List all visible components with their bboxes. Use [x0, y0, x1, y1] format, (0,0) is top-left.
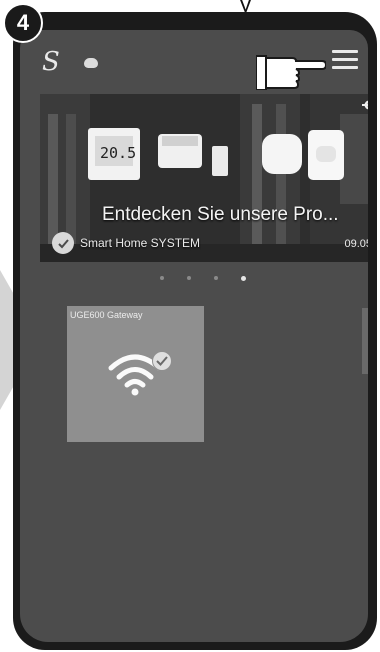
banner-date: 09.05 [344, 238, 368, 250]
cloud-icon [84, 58, 98, 68]
carousel-indicator[interactable] [160, 276, 246, 281]
app-header: S [20, 30, 368, 92]
step-number-badge: 4 [3, 3, 43, 43]
app-screen: S 20.5 Entdecken Sie unsere Pro... Smart… [20, 30, 368, 642]
thermostat-reading: 20.5 [100, 144, 136, 162]
hamburger-menu-button[interactable] [332, 50, 358, 72]
gear-icon[interactable] [361, 97, 368, 113]
app-logo: S [42, 47, 98, 77]
menu-line [332, 58, 358, 61]
logo-icon: S [42, 47, 60, 77]
pointing-hand-icon [256, 55, 326, 90]
check-icon [152, 351, 172, 371]
promo-banner[interactable]: 20.5 Entdecken Sie unsere Pro... Smart H… [40, 94, 368, 262]
check-icon [52, 232, 74, 254]
carousel-dot[interactable] [187, 276, 191, 280]
carousel-dot[interactable] [160, 276, 164, 280]
menu-line [332, 66, 358, 69]
menu-line [332, 50, 358, 53]
carousel-dot-active[interactable] [241, 276, 246, 281]
banner-title: Entdecken Sie unsere Pro... [102, 204, 339, 225]
device-name: UGE600 Gateway [70, 310, 143, 320]
scroll-edge-indicator[interactable] [362, 308, 368, 374]
device-tile-gateway[interactable]: UGE600 Gateway [67, 306, 204, 442]
banner-subtitle: Smart Home SYSTEM [80, 236, 201, 250]
carousel-dot[interactable] [214, 276, 218, 280]
